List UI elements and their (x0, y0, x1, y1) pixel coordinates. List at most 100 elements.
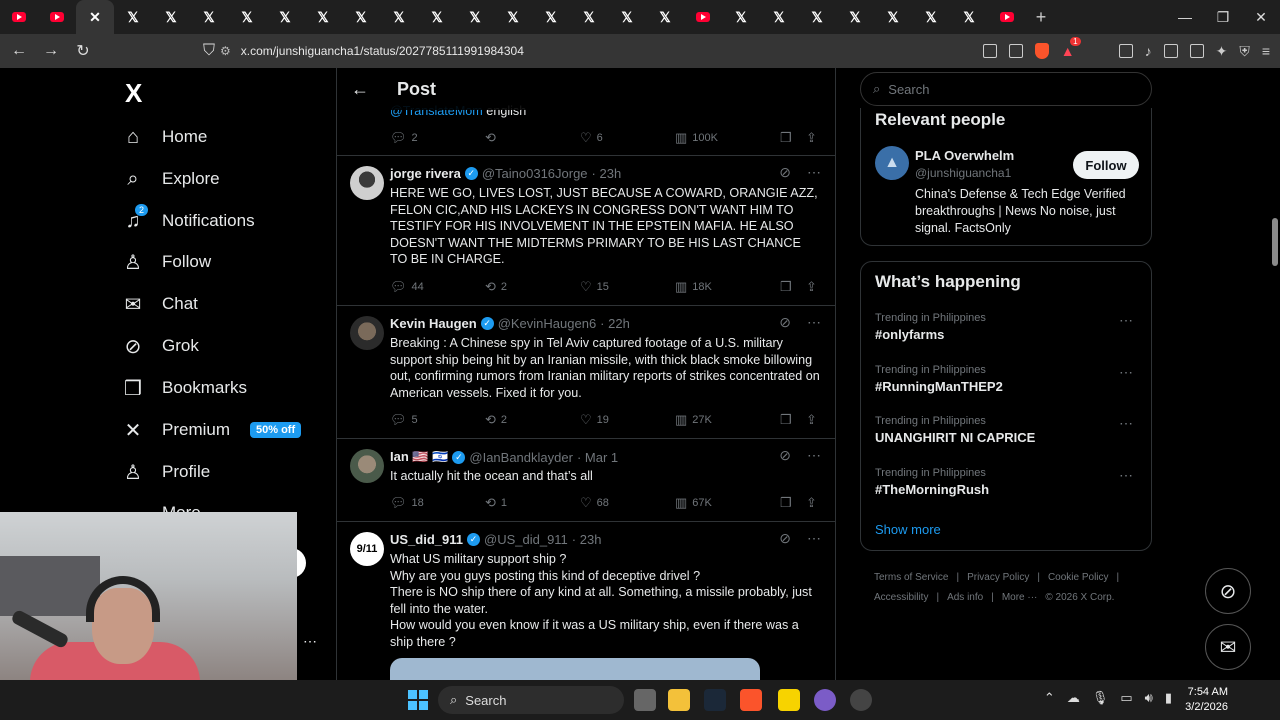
sticky-notes-icon[interactable] (778, 689, 800, 711)
vpn-icon[interactable]: ⛨ (1239, 43, 1250, 60)
chevron-up-icon[interactable]: ⌃ (1044, 690, 1055, 706)
show-more-link[interactable]: Show more (875, 522, 941, 537)
cast-icon[interactable] (982, 44, 997, 58)
footer-link[interactable]: Ads info (947, 592, 983, 603)
url-field[interactable]: ⚙ x.com/junshiguancha1/status/2027785111… (220, 34, 524, 68)
volume-icon[interactable]: 🔊︎ (1145, 690, 1153, 706)
account-more-icon[interactable]: ⋯ (303, 633, 317, 650)
steam-icon[interactable] (704, 689, 726, 711)
tab-x[interactable]: 𝕏 (532, 0, 570, 34)
brave-rewards-icon[interactable]: ▲ 1 (1061, 37, 1081, 59)
tab-x[interactable]: 𝕏 (570, 0, 608, 34)
author-name[interactable]: PLA Overwhelm (915, 148, 1014, 163)
tab-x[interactable]: 𝕏 (456, 0, 494, 34)
mic-icon[interactable]: 🎙︎ (1092, 690, 1109, 706)
grok-explain-icon[interactable]: ⊘ (779, 314, 791, 331)
tab-x[interactable]: 𝕏 (912, 0, 950, 34)
search-input[interactable]: ⌕ Search (860, 72, 1152, 106)
avatar[interactable] (350, 166, 384, 200)
tab-x[interactable]: 𝕏 (266, 0, 304, 34)
author-handle[interactable]: @KevinHaugen6 (498, 316, 596, 331)
tab-youtube[interactable] (684, 0, 722, 34)
author-name[interactable]: Kevin Haugen (390, 316, 477, 331)
tweet[interactable]: jorge rivera ✓ @Taino0316Jorge · 23h ⊘ ⋯… (337, 156, 835, 306)
share-icon[interactable] (1008, 44, 1023, 58)
tweet-time[interactable]: · 22h (600, 316, 630, 331)
footer-link[interactable]: Terms of Service (874, 572, 948, 583)
brave-shields-icon[interactable] (1034, 43, 1049, 59)
more-options-icon[interactable]: ⋯ (807, 314, 821, 331)
tweet[interactable]: Kevin Haugen ✓ @KevinHaugen6 · 22h ⊘ ⋯ B… (337, 306, 835, 439)
tab-x[interactable]: 𝕏 (722, 0, 760, 34)
start-button[interactable] (408, 690, 428, 710)
tab-x[interactable]: 𝕏 (608, 0, 646, 34)
site-info-icon[interactable]: ⚙ (220, 44, 231, 58)
close-window-icon[interactable]: ✕ (1242, 0, 1280, 34)
tab-x[interactable]: 𝕏 (114, 0, 152, 34)
trend-item[interactable]: Trending in Philippines #RunningManTHEP2… (875, 364, 1141, 394)
url-text[interactable]: x.com/junshiguancha1/status/202778511199… (241, 44, 524, 58)
tweet-time[interactable]: · Mar 1 (577, 450, 618, 465)
like-button[interactable]: ♡ 15 (580, 279, 675, 295)
menu-icon[interactable]: ≡ (1262, 43, 1270, 59)
footer-link[interactable]: Accessibility (874, 592, 928, 603)
footer-link[interactable]: Cookie Policy (1048, 572, 1109, 583)
tab-active[interactable]: ✕ (76, 0, 114, 34)
task-view-icon[interactable] (634, 689, 656, 711)
tab-x[interactable]: 𝕏 (760, 0, 798, 34)
bookmark-button[interactable]: ❒ (780, 495, 806, 511)
author-handle[interactable]: @US_did_911 (484, 532, 568, 547)
reply-button[interactable]: 💬︎ 2 (390, 130, 485, 146)
avatar[interactable]: 9/11 (350, 532, 384, 566)
grok-fab-button[interactable]: ⊘ (1205, 568, 1251, 614)
like-button[interactable]: ♡ 6 (580, 130, 675, 146)
taskbar-search[interactable]: ⌕ Search (438, 686, 624, 714)
tweet-media-image[interactable] (390, 658, 760, 680)
views-button[interactable]: ▥ 18K (675, 279, 780, 295)
close-tab-icon[interactable]: ✕ (89, 9, 101, 26)
bookmark-button[interactable]: ❒ (780, 412, 806, 428)
bookmark-page-icon[interactable]: ⛉ (196, 42, 222, 60)
tab-x[interactable]: 𝕏 (798, 0, 836, 34)
scrollbar-thumb[interactable] (1272, 218, 1278, 266)
more-options-icon[interactable]: ⋯ (807, 530, 821, 547)
nav-profile[interactable]: ♙ Profile (120, 459, 210, 485)
tab-x[interactable]: 𝕏 (342, 0, 380, 34)
app-icon[interactable] (814, 689, 836, 711)
bookmark-button[interactable]: ❒ (780, 279, 806, 295)
more-options-icon[interactable]: ⋯ (807, 447, 821, 464)
tab-x[interactable]: 𝕏 (950, 0, 988, 34)
share-button[interactable]: ⇪ (806, 412, 817, 428)
forward-icon[interactable]: → (38, 42, 64, 60)
cloud-icon[interactable]: ☁ (1067, 690, 1080, 706)
tweet-time[interactable]: · 23h (592, 166, 622, 181)
new-tab-button[interactable]: + (1026, 7, 1056, 28)
nav-premium[interactable]: ✕ Premium 50% off (120, 417, 302, 443)
restore-icon[interactable]: ❐ (1204, 0, 1242, 34)
more-options-icon[interactable]: ⋯ (807, 164, 821, 181)
repost-button[interactable]: ⟲ (485, 130, 580, 146)
grok-explain-icon[interactable]: ⊘ (779, 530, 791, 547)
tweet[interactable]: Ian 🇺🇸 🇮🇱 ✓ @IanBandklayder · Mar 1 ⊘ ⋯ … (337, 439, 835, 522)
bookmark-button[interactable]: ❒ (780, 130, 806, 146)
reply-button[interactable]: 💬︎ 44 (390, 279, 485, 295)
music-icon[interactable]: ♪ (1145, 43, 1152, 59)
reply-button[interactable]: 💬︎ 18 (390, 495, 485, 511)
avatar[interactable] (350, 316, 384, 350)
tweet-time[interactable]: · 23h (572, 532, 602, 547)
author-name[interactable]: jorge rivera (390, 166, 461, 181)
follow-button[interactable]: Follow (1073, 151, 1139, 179)
nav-notifications[interactable]: ♫ 2 Notifications (120, 204, 255, 234)
tweet[interactable]: 9/11 US_did_911 ✓ @US_did_911 · 23h ⊘ ⋯ … (337, 522, 835, 680)
chatgpt-icon[interactable] (850, 689, 872, 711)
author-name[interactable]: Ian 🇺🇸 🇮🇱 (390, 449, 448, 465)
tab-x[interactable]: 𝕏 (380, 0, 418, 34)
more-options-icon[interactable]: ⋯ (1119, 364, 1133, 381)
repost-button[interactable]: ⟲ 1 (485, 495, 580, 511)
tab-youtube[interactable] (988, 0, 1026, 34)
tab-youtube[interactable] (0, 0, 38, 34)
page-scrollbar[interactable] (1270, 68, 1278, 680)
views-button[interactable]: ▥ 100K (675, 130, 780, 146)
tab-x[interactable]: 𝕏 (836, 0, 874, 34)
reply-button[interactable]: 💬︎ 5 (390, 412, 485, 428)
